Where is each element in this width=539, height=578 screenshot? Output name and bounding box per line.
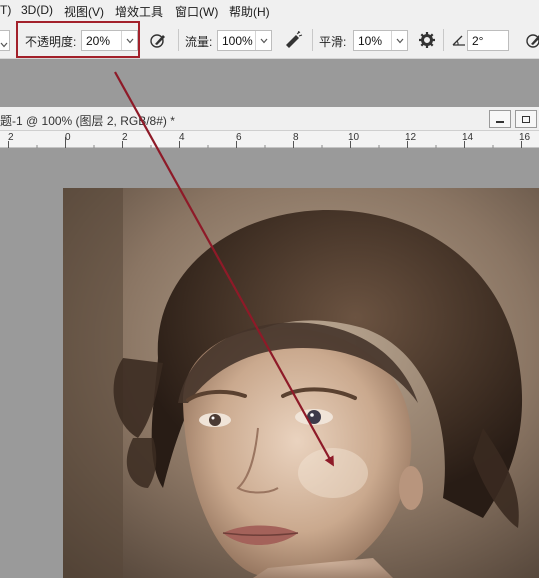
minimize-icon [496,120,504,123]
ruler-label: 16 [519,132,531,143]
angle-field[interactable]: 2° [467,30,509,51]
ruler-label: 6 [236,132,242,143]
brush-preset-dropdown[interactable] [0,30,10,51]
flow-field[interactable]: 100% [217,30,272,51]
smoothing-field[interactable]: 10% [353,30,408,51]
gear-icon[interactable] [416,29,438,51]
pressure-opacity-icon[interactable] [147,29,169,51]
ruler-label: 0 [65,132,71,143]
ruler-label: 8 [293,132,299,143]
ruler-label: 2 [122,132,128,143]
workspace-gap [0,60,539,107]
flow-value: 100% [222,34,253,48]
restore-button[interactable] [515,110,537,128]
smoothing-label: 平滑: [319,35,347,49]
ruler-ticks [8,137,522,148]
document-tab-bar: 标题-1 @ 100% (图层 2, RGB/8#) * [0,107,539,131]
flow-label: 流量: [185,35,213,49]
annotation-highlight-box [16,21,140,58]
chevron-down-icon[interactable] [255,31,271,50]
smoothing-value: 10% [358,34,383,48]
menu-item-3d[interactable]: 3D(D) [21,3,53,17]
pressure-size-icon[interactable] [523,29,539,51]
document-tab-title[interactable]: 标题-1 @ 100% (图层 2, RGB/8#) * [0,112,175,129]
separator [178,29,179,51]
menu-item-plugins[interactable]: 增效工具 [115,3,163,20]
ruler-label: 14 [462,132,474,143]
airbrush-icon[interactable] [282,29,304,51]
restore-icon [522,115,530,123]
menu-item-window[interactable]: 窗口(W) [175,3,218,20]
menu-item-help[interactable]: 帮助(H) [229,3,270,20]
separator [443,29,444,51]
ruler-label: 2 [8,132,14,143]
ruler-label: 10 [348,132,360,143]
menu-bar: T) 3D(D) 视图(V) 增效工具 窗口(W) 帮助(H) [0,0,539,20]
horizontal-ruler[interactable]: 2 0 2 4 6 8 10 12 14 16 [0,131,539,148]
menu-item-type[interactable]: T) [0,3,11,17]
minimize-button[interactable] [489,110,511,128]
chevron-down-icon [0,37,8,51]
ruler-label: 4 [179,132,185,143]
chevron-down-icon[interactable] [391,31,407,50]
menu-item-view[interactable]: 视图(V) [64,3,104,20]
separator [312,29,313,51]
angle-value: 2° [472,34,484,48]
ruler-label: 12 [405,132,417,143]
portrait-photo[interactable] [63,188,539,578]
